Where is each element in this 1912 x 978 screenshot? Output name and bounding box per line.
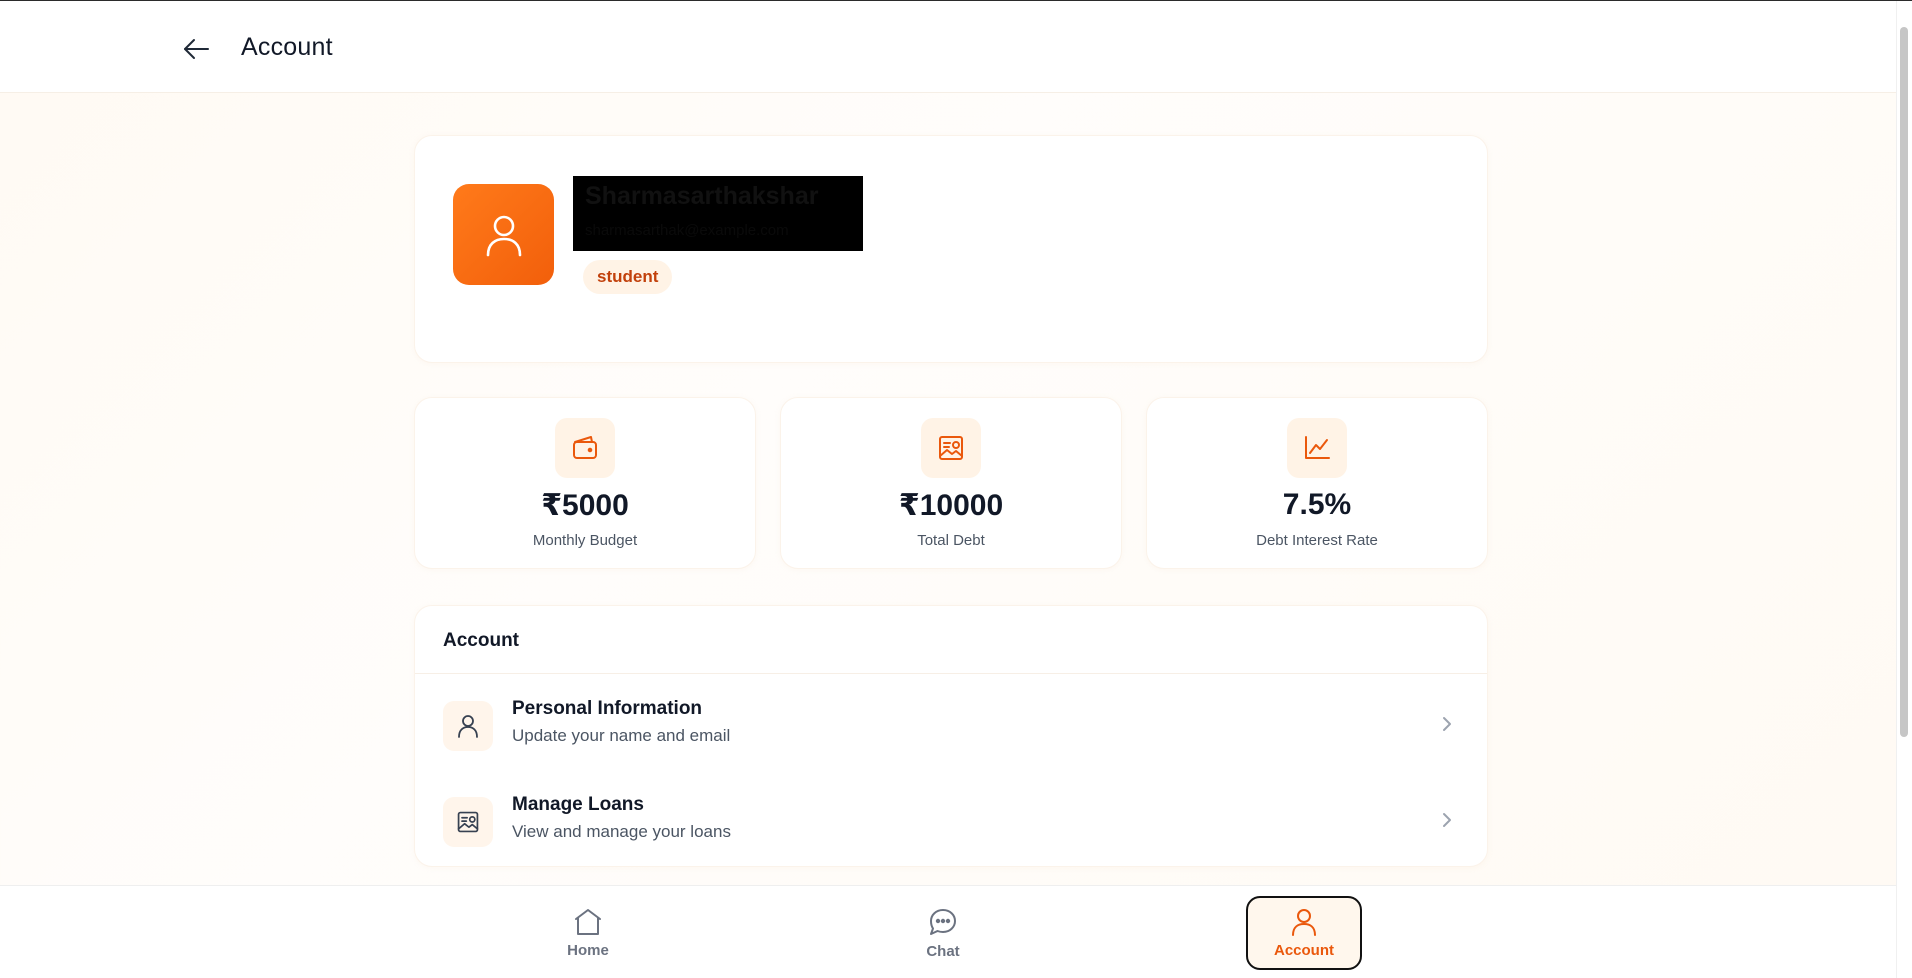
stat-icon-container xyxy=(921,418,981,478)
menu-item-title: Personal Information xyxy=(512,698,703,719)
app-header: Account xyxy=(0,1,1896,93)
menu-item-personal-information[interactable]: Personal Information Update your name an… xyxy=(415,682,1487,768)
menu-item-title: Manage Loans xyxy=(512,794,644,815)
user-icon xyxy=(486,215,521,256)
stat-card-total-debt: ₹10000 Total Debt xyxy=(780,397,1122,569)
role-badge: student xyxy=(583,260,673,294)
menu-icon-container xyxy=(443,797,493,847)
nav-label: Account xyxy=(1274,941,1334,959)
receipt-icon xyxy=(939,436,963,460)
account-section-card: Account Personal Information Update your… xyxy=(414,605,1488,867)
stat-value: 7.5% xyxy=(1282,488,1352,521)
bottom-navigation: Home Chat Account xyxy=(0,885,1896,978)
home-icon xyxy=(575,908,601,935)
trending-up-icon xyxy=(1305,436,1330,459)
avatar xyxy=(453,184,554,285)
profile-email: sharmasarthak@example.com xyxy=(585,222,789,239)
nav-item-chat[interactable]: Chat xyxy=(885,896,1001,970)
arrow-left-icon xyxy=(184,39,209,59)
menu-item-subtitle: View and manage your loans xyxy=(512,822,731,841)
menu-icon-container xyxy=(443,701,493,751)
stat-label: Monthly Budget xyxy=(532,532,638,549)
stat-card-monthly-budget: ₹5000 Monthly Budget xyxy=(414,397,756,569)
stat-label: Debt Interest Rate xyxy=(1256,532,1378,549)
chevron-right-icon xyxy=(1437,714,1457,734)
back-button[interactable] xyxy=(176,29,216,69)
chevron-right-icon xyxy=(1437,810,1457,830)
page-title: Account xyxy=(241,33,333,61)
menu-item-subtitle: Update your name and email xyxy=(512,726,731,745)
menu-item-manage-loans[interactable]: Manage Loans View and manage your loans xyxy=(415,778,1487,864)
stat-card-interest-rate: 7.5% Debt Interest Rate xyxy=(1146,397,1488,569)
profile-card: Sharmasarthakshar sharmasarthak@example.… xyxy=(414,135,1488,363)
user-icon xyxy=(1292,908,1316,936)
wallet-icon xyxy=(573,436,597,459)
stat-label: Total Debt xyxy=(917,532,985,549)
chat-icon xyxy=(930,908,956,935)
stat-value: ₹5000 xyxy=(541,489,629,522)
nav-item-home[interactable]: Home xyxy=(530,896,646,970)
profile-name: Sharmasarthakshar xyxy=(585,182,819,210)
section-title: Account xyxy=(443,630,519,651)
page-scrollbar[interactable] xyxy=(1896,1,1912,978)
stat-icon-container xyxy=(1287,418,1347,478)
stat-icon-container xyxy=(555,418,615,478)
redacted-user-info: Sharmasarthakshar sharmasarthak@example.… xyxy=(573,176,863,251)
nav-item-account[interactable]: Account xyxy=(1246,896,1362,970)
receipt-icon xyxy=(457,811,479,833)
nav-label: Home xyxy=(567,941,609,959)
user-icon xyxy=(458,715,478,738)
nav-label: Chat xyxy=(926,942,960,960)
stat-value: ₹10000 xyxy=(898,489,1004,522)
scrollbar-thumb[interactable] xyxy=(1900,27,1908,737)
divider xyxy=(415,673,1487,674)
